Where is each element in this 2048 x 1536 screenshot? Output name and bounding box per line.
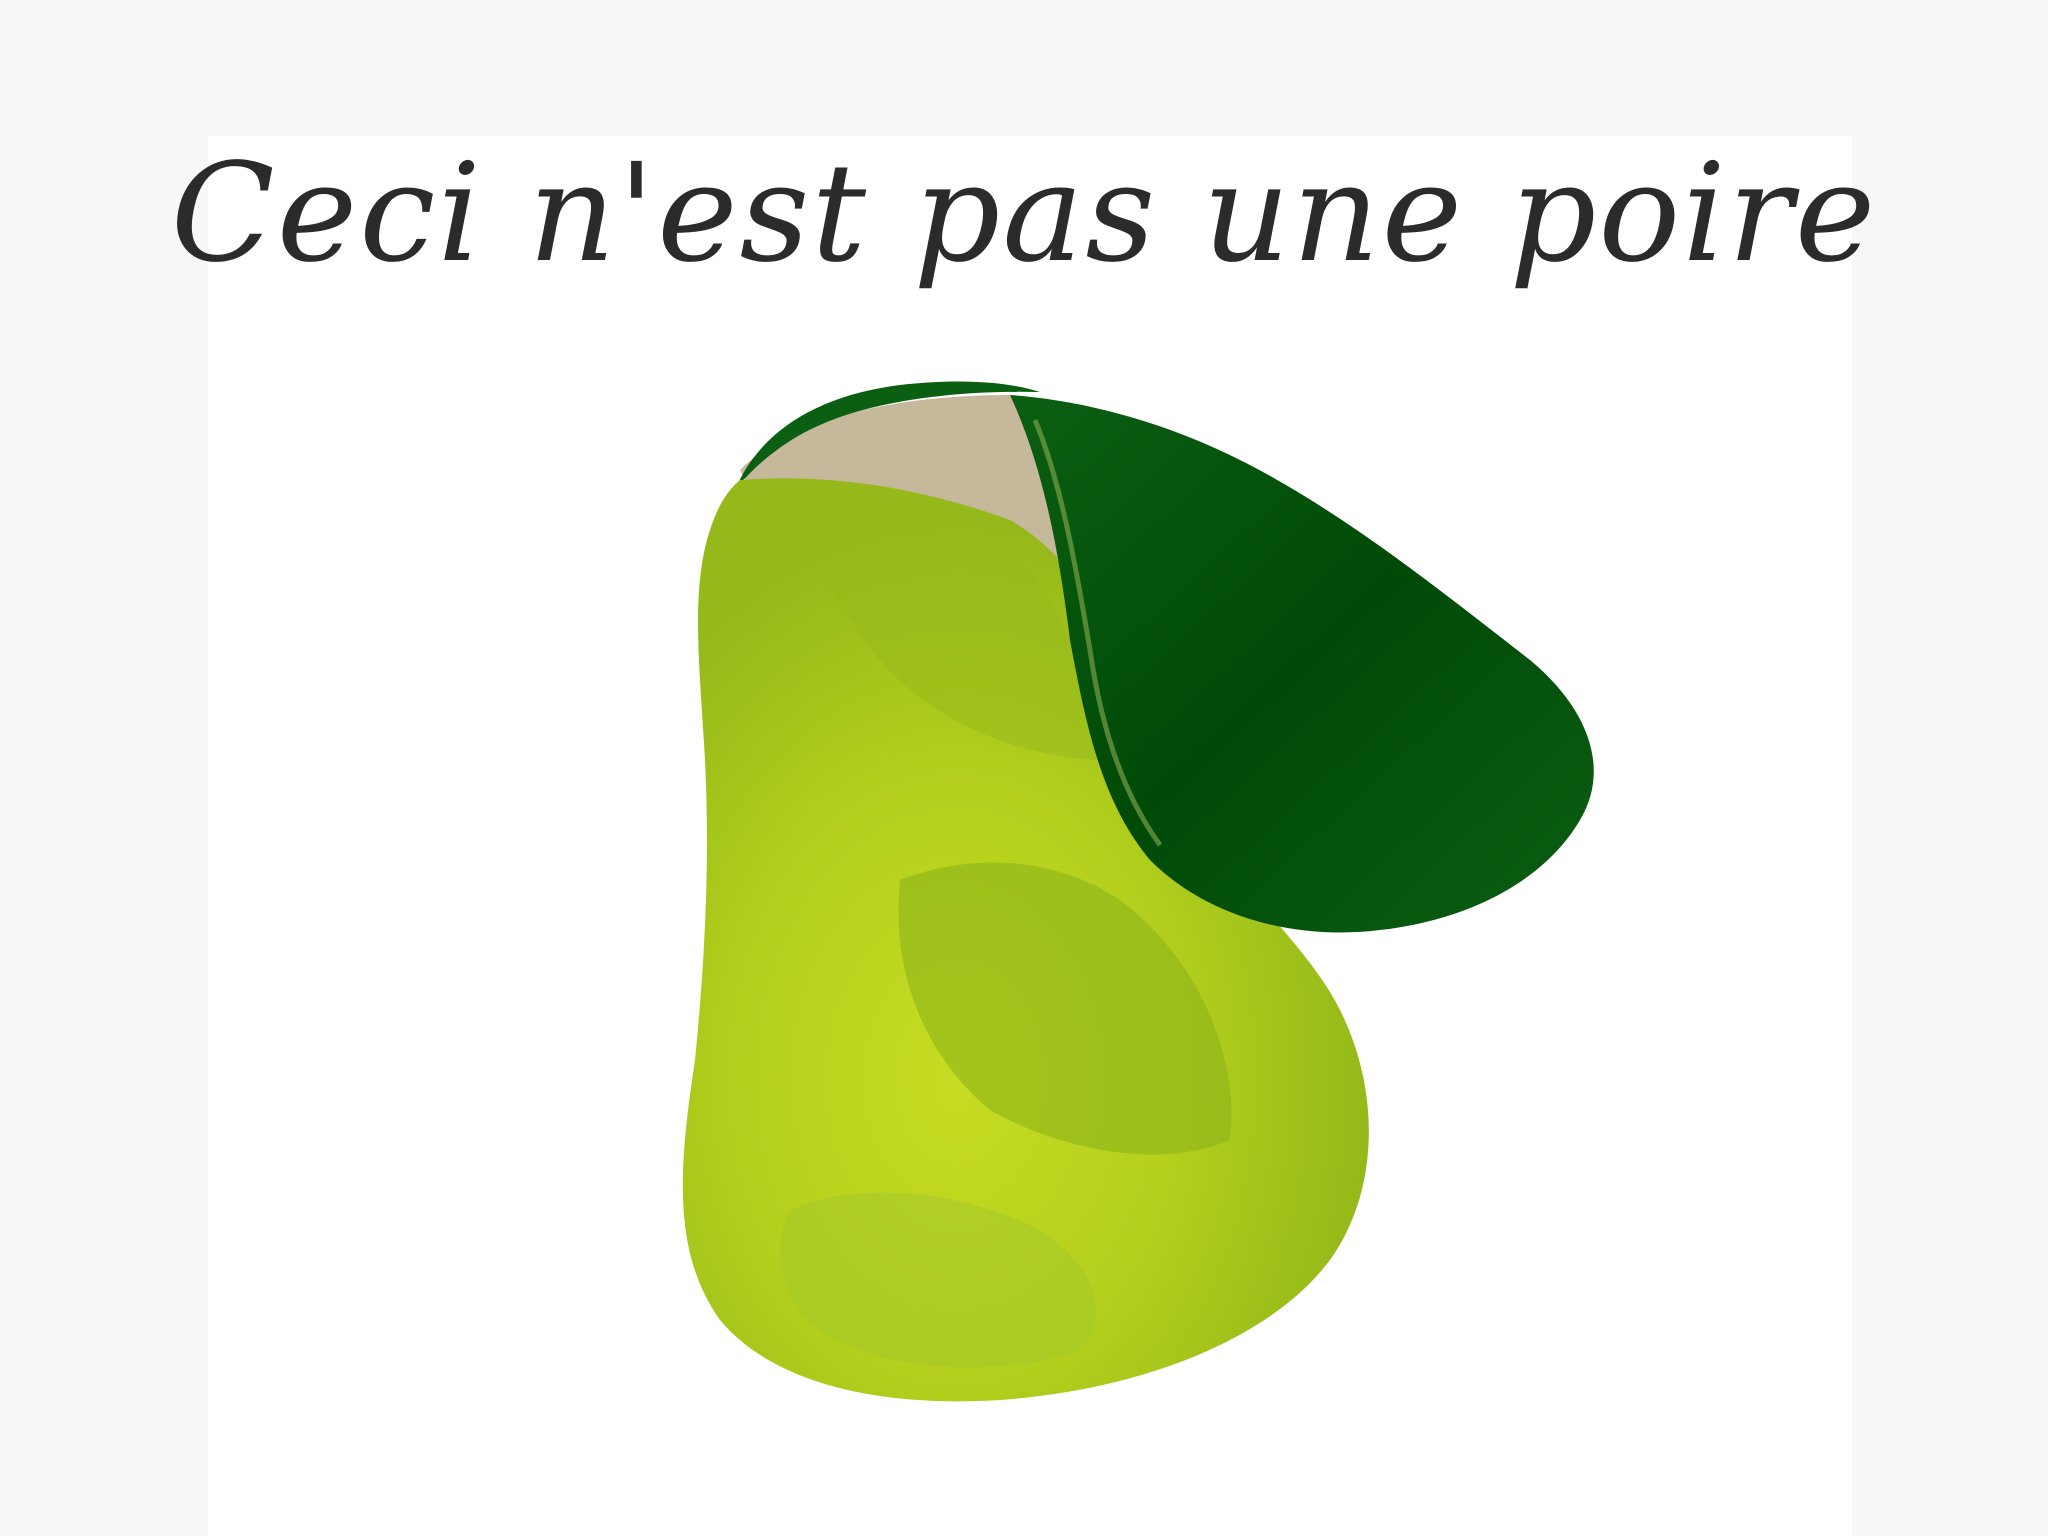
pear-artwork [682, 381, 1594, 1402]
artwork-page: Ceci n'est pas une poire [0, 0, 2048, 1536]
